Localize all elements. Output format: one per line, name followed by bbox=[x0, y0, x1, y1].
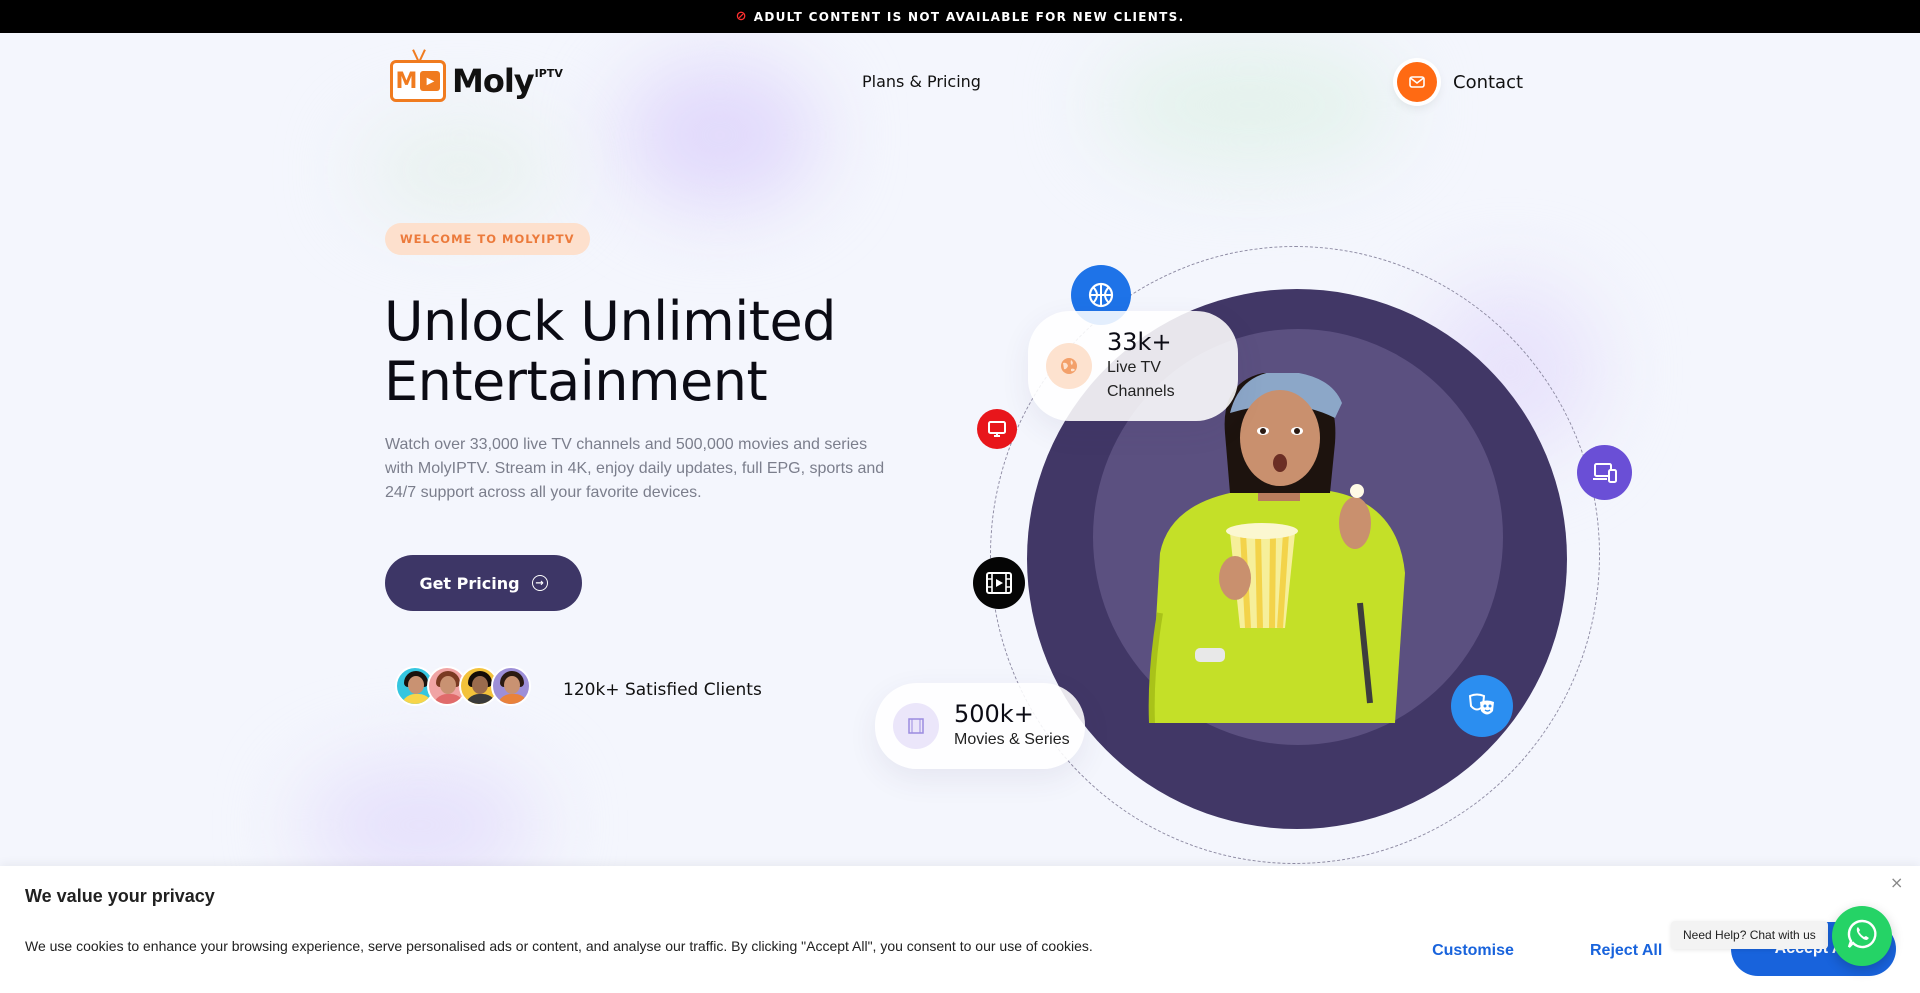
contact-link[interactable]: Contact bbox=[1397, 62, 1523, 102]
stat-card-channels: 33k+ Live TV Channels bbox=[1028, 311, 1238, 421]
cookie-title: We value your privacy bbox=[25, 886, 215, 906]
whatsapp-tooltip: Need Help? Chat with us bbox=[1671, 921, 1828, 949]
site-logo[interactable]: M ▶ Moly IPTV bbox=[390, 49, 563, 107]
whatsapp-icon bbox=[1845, 917, 1879, 955]
announcement-bar: ⊘ ADULT CONTENT IS NOT AVAILABLE FOR NEW… bbox=[0, 0, 1920, 33]
channels-count: 33k+ bbox=[1107, 328, 1172, 356]
movies-count: 500k+ bbox=[954, 700, 1034, 728]
get-pricing-label: Get Pricing bbox=[419, 573, 520, 593]
get-pricing-button[interactable]: Get Pricing → bbox=[385, 555, 582, 611]
bg-blob bbox=[1100, 40, 1400, 170]
woman-with-popcorn-image bbox=[1148, 373, 1405, 723]
avatar bbox=[491, 666, 531, 706]
devices-icon bbox=[1577, 445, 1632, 500]
mail-icon bbox=[1397, 62, 1437, 102]
bg-blob bbox=[620, 60, 820, 210]
movies-label: Movies & Series bbox=[954, 731, 1070, 748]
theater-masks-icon bbox=[1451, 675, 1513, 737]
channels-label-2: Channels bbox=[1107, 383, 1175, 400]
film-frame-icon bbox=[893, 703, 939, 749]
arrow-right-icon: → bbox=[531, 575, 548, 591]
logo-text: Moly bbox=[452, 62, 535, 100]
globe-icon bbox=[1046, 343, 1092, 389]
channels-label: Live TV bbox=[1107, 359, 1161, 376]
announcement-text: ADULT CONTENT IS NOT AVAILABLE FOR NEW C… bbox=[753, 9, 1185, 24]
stat-card-movies: 500k+ Movies & Series bbox=[875, 683, 1085, 769]
client-avatars bbox=[395, 666, 535, 712]
ban-icon: ⊘ bbox=[735, 9, 748, 24]
hero-title: Unlock Unlimited Entertainment bbox=[384, 290, 836, 413]
contact-label: Contact bbox=[1453, 71, 1524, 93]
cookie-text: We use cookies to enhance your browsing … bbox=[25, 938, 1093, 954]
tv-logo-icon: M ▶ bbox=[390, 49, 446, 102]
logo-sup: IPTV bbox=[534, 67, 563, 80]
hero-description: Watch over 33,000 live TV channels and 5… bbox=[385, 436, 885, 501]
customise-button[interactable]: Customise bbox=[1403, 929, 1543, 973]
close-icon[interactable]: × bbox=[1890, 873, 1903, 892]
bg-blob bbox=[360, 120, 560, 220]
nav-plans-pricing[interactable]: Plans & Pricing bbox=[862, 72, 981, 91]
film-icon bbox=[973, 557, 1025, 609]
satisfied-clients-text: 120k+ Satisfied Clients bbox=[563, 680, 762, 700]
cookie-banner: We value your privacy We use cookies to … bbox=[0, 866, 1920, 993]
whatsapp-button[interactable] bbox=[1832, 906, 1892, 966]
welcome-badge: WELCOME TO MOLYIPTV bbox=[385, 223, 590, 255]
play-icon: ▶ bbox=[420, 71, 441, 91]
tv-icon bbox=[977, 409, 1017, 449]
